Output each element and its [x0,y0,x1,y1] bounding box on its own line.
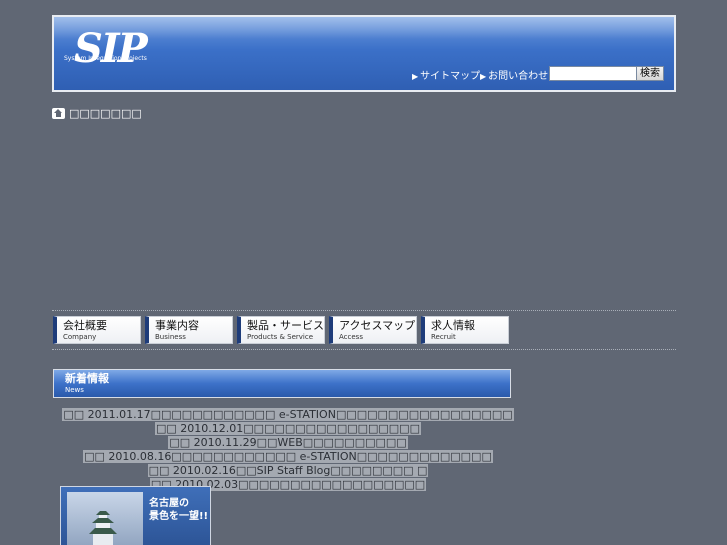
divider [52,349,676,350]
sip-logo[interactable]: SIP System Integration Projects [64,25,148,79]
nav-company-button[interactable]: 会社概要 Company [53,316,141,344]
breadcrumb-text: □□□□□□□ [69,106,142,120]
triangle-right-icon: ▶ [480,72,487,81]
header-banner: SIP System Integration Projects ▶ サイトマップ … [52,15,676,92]
nav-products-button[interactable]: 製品・サービス Products & Service [237,316,325,344]
search-input[interactable] [549,66,637,81]
sitemap-link[interactable]: ▶ サイトマップ [412,67,480,82]
logo-mark: SIP [74,25,148,72]
news-title: 新着情報 [65,372,109,385]
nagoya-view-banner[interactable]: 名古屋の 景色を一望!! [60,486,211,545]
nagoya-castle-photo [67,492,143,545]
news-list: □□ 2011.01.17□□□□□□□□□□□□ e-STATION□□□□□… [53,403,523,491]
news-subtitle: News [65,386,84,394]
divider [52,310,676,311]
breadcrumb: □□□□□□□ [52,106,142,120]
news-header: 新着情報 News [53,369,511,398]
triangle-right-icon: ▶ [412,72,419,81]
banner-text: 名古屋の 景色を一望!! [149,498,209,522]
search-button[interactable]: 検索 [636,66,664,81]
nav-recruit-button[interactable]: 求人情報 Recruit [421,316,509,344]
home-icon[interactable] [52,107,65,119]
logo-tagline: System Integration Projects [64,55,147,62]
nav-business-button[interactable]: 事業内容 Business [145,316,233,344]
castle-icon [89,511,117,545]
main-nav: 会社概要 Company 事業内容 Business 製品・サービス Produ… [53,316,509,344]
contact-link[interactable]: ▶ お問い合わせ [480,67,548,82]
nav-access-button[interactable]: アクセスマップ Access [329,316,417,344]
